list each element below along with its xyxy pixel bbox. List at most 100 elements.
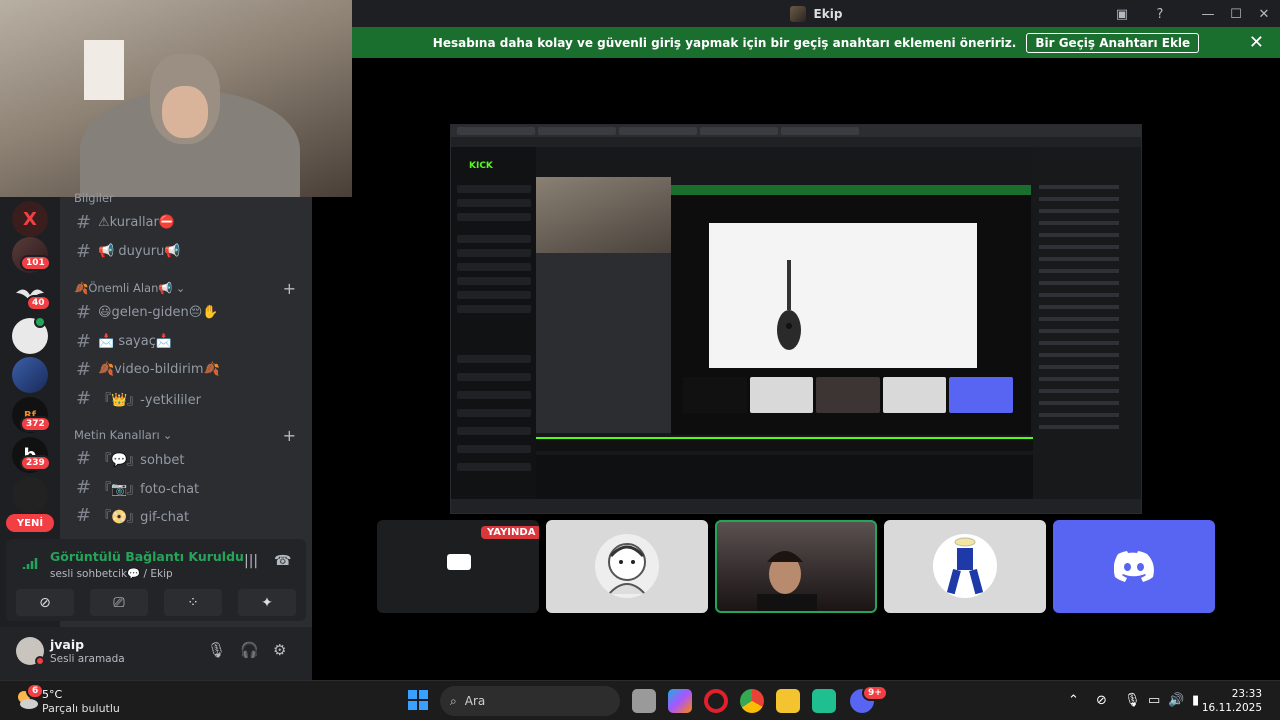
close-button[interactable]: ✕ [1254,4,1274,24]
channel-item[interactable]: # 🍂video-bildirim🍂 [76,357,220,381]
channel-item[interactable]: # 『📀』gif-chat [76,503,189,527]
app-root: Ekip ▣ ? — ☐ ✕ Hesabına daha kolay ve gü… [0,0,1280,720]
user-panel: jvaip Sesli aramada 🎙 🎧 ⚙ [0,627,312,680]
hash-icon: # [76,447,92,469]
webcam-person-face [162,86,208,138]
opera-icon[interactable] [704,689,728,713]
clock-time: 23:33 [1231,688,1262,700]
app-icon[interactable] [812,689,836,713]
disconnect-icon[interactable]: ☎ [274,553,291,569]
channel-item[interactable]: # 『💬』sohbet [76,446,185,470]
ss-kick-logo: KICK [469,161,493,171]
user-status: Sesli aramada [50,653,125,665]
activities-button[interactable]: ⁘ [164,589,222,616]
server-icon[interactable] [12,477,48,513]
ss-chat-line [1039,269,1119,273]
ss-inner-tile [816,377,880,413]
suit-figure-icon [946,537,984,595]
category-name: Bilgiler [74,191,114,205]
channel-item[interactable]: # 😃gelen-giden😔✋ [76,300,218,324]
voice-channel-link[interactable]: sesli sohbetcik💬 / Ekip [50,567,173,580]
participant-tiles: YAYINDA [377,520,1215,613]
soundboard-button[interactable]: ✦ [238,589,296,616]
minimize-button[interactable]: — [1198,4,1218,24]
folder-icon[interactable] [776,689,800,713]
network-off-icon[interactable]: ⊘ [1096,693,1107,708]
participant-tile-avatar[interactable] [884,520,1046,613]
headphones-icon[interactable]: 🎧 [240,641,259,659]
ss-inner-webcam [536,177,671,253]
ss-chat-line [1039,353,1119,357]
ss-sidebar-row [457,355,531,363]
ss-tab [619,127,697,135]
ss-address-bar [451,137,1141,147]
add-channel-icon[interactable]: + [283,426,296,445]
ss-sidebar-row [457,185,531,193]
ss-inner-tile [683,377,747,413]
ss-sidebar-row [457,249,531,257]
file-explorer-icon[interactable] [632,689,656,713]
camera-person-image [757,551,817,611]
ss-tab [700,127,778,135]
hash-icon: # [76,358,92,380]
signal-icon [22,558,38,569]
channel-item[interactable]: # ⚠kurallar⛔ [76,210,175,234]
category-header[interactable]: Metin Kanalları ⌄ [74,428,172,442]
server-icon[interactable] [12,357,48,393]
inbox-icon[interactable]: ▣ [1112,4,1132,24]
voice-status: Görüntülü Bağlantı Kuruldu [50,549,244,564]
unread-badge: 40 [26,295,51,311]
ss-chat-line [1039,185,1119,189]
ss-chat-line [1039,329,1119,333]
channel-item[interactable]: # 『📷』foto-chat [76,475,199,499]
hash-icon: # [76,330,92,352]
close-banner-icon[interactable]: ✕ [1249,32,1264,53]
copilot-icon[interactable] [668,689,692,713]
screenshare-view[interactable]: KICK [450,124,1142,514]
ss-player-bar [536,437,1033,451]
server-icon-x[interactable]: X [12,201,48,237]
chrome-icon[interactable] [740,689,764,713]
tray-overflow-icon[interactable]: ⌃ [1068,693,1079,708]
screen-share-icon [447,554,471,570]
hash-icon: # [76,240,92,262]
taskbar-search[interactable]: ⌕ Ara [440,686,620,716]
volume-icon[interactable]: 🔊 [1168,693,1184,708]
banner-message: Hesabına daha kolay ve güvenli giriş yap… [432,35,1017,50]
ss-sidebar-row [457,463,531,471]
ss-inner-tile [949,377,1013,413]
gear-icon[interactable]: ⚙ [273,641,286,659]
participant-tile-discord[interactable] [1053,520,1215,613]
ss-chat-line [1039,293,1119,297]
participant-tile-camera[interactable] [715,520,877,613]
battery-icon[interactable]: ▮ [1192,693,1199,708]
channel-name: 『💬』sohbet [98,452,185,468]
screen-share-button[interactable]: ⎚ [90,589,148,616]
hash-icon: # [76,476,92,498]
display-icon[interactable]: ▭ [1148,693,1160,708]
system-clock[interactable]: 23:33 16.11.2025 [1202,687,1262,715]
ss-sidebar-row [457,213,531,221]
category-header[interactable]: 🍂Önemli Alan📢 ⌄ [74,281,185,295]
channel-item[interactable]: # 📩 sayaç📩 [76,329,172,353]
help-icon[interactable]: ? [1150,4,1170,24]
participant-tile-stream[interactable]: YAYINDA [377,520,539,613]
noise-suppression-icon[interactable]: ||| [244,553,258,569]
add-passkey-button[interactable]: Bir Geçiş Anahtarı Ekle [1026,32,1200,53]
microphone-tray-icon[interactable]: 🎙 [1124,693,1141,708]
channel-item[interactable]: # 『👑』-yetkililer [76,386,201,410]
camera-off-button[interactable]: ⊘ [16,589,74,616]
maximize-button[interactable]: ☐ [1226,4,1246,24]
ss-sidebar-row [457,409,531,417]
windows-start-icon[interactable] [408,690,428,710]
ss-sidebar-row [457,427,531,435]
add-channel-icon[interactable]: + [283,279,296,298]
new-badge: YENİ [6,514,54,532]
clock-date: 16.11.2025 [1201,702,1262,714]
participant-tile-avatar[interactable] [546,520,708,613]
microphone-icon[interactable]: 🎙 [207,641,226,659]
ss-taskbar [451,499,1141,513]
search-icon: ⌕ [450,693,457,708]
channel-item[interactable]: # 📢 duyuru📢 [76,239,181,263]
ss-tab [457,127,535,135]
